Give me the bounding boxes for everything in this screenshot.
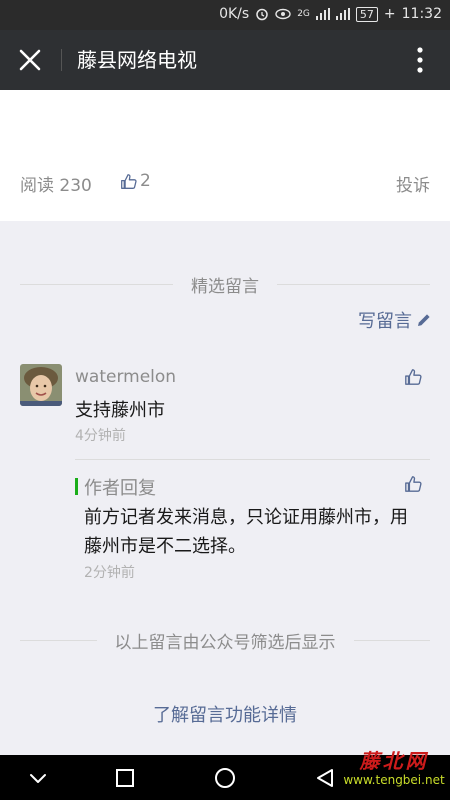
comment-nickname: watermelon <box>75 367 177 387</box>
report-link[interactable]: 投诉 <box>396 171 430 196</box>
pencil-icon <box>418 314 430 326</box>
author-reply-label: 作者回复 <box>84 478 156 499</box>
nav-back-icon[interactable] <box>313 766 337 790</box>
status-bar: 0K/s 2G 57 + 11:32 <box>0 0 450 30</box>
signal-icon <box>315 8 330 20</box>
comment-text: 支持藤州市 <box>75 400 165 421</box>
read-count: 阅读 230 <box>20 176 92 196</box>
app-bar: 藤县网络电视 <box>0 30 450 90</box>
clock: 11:32 <box>401 6 442 22</box>
reply-accent-bar <box>75 478 78 495</box>
article-like-button[interactable]: 2 <box>120 171 151 191</box>
divider-line <box>20 639 97 641</box>
page-title: 藤县网络电视 <box>77 48 197 72</box>
featured-comments-header: 精选留言 <box>20 271 430 297</box>
learn-more-link[interactable]: 了解留言功能详情 <box>0 701 450 727</box>
reply-divider <box>75 459 430 460</box>
article-like-count: 2 <box>140 171 151 191</box>
article-footer: 阅读 230 2 投诉 <box>0 90 450 221</box>
write-comment-label: 写留言 <box>358 311 412 332</box>
divider-line <box>353 639 430 641</box>
divider-line <box>277 283 430 285</box>
filter-note-text: 以上留言由公众号筛选后显示 <box>114 632 336 653</box>
thumbs-up-icon[interactable] <box>404 368 422 386</box>
more-vertical-icon[interactable] <box>414 45 426 75</box>
featured-comments-title: 精选留言 <box>191 276 259 297</box>
nav-recents-icon[interactable] <box>113 766 137 790</box>
thumbs-up-icon[interactable] <box>404 475 422 493</box>
site-watermark: 藤北网 www.tengbei.net <box>338 750 450 800</box>
network-speed: 0K/s <box>219 6 250 22</box>
author-reply-time: 2分钟前 <box>84 565 135 581</box>
appbar-divider <box>61 49 62 71</box>
thumbs-up-icon <box>121 173 137 189</box>
watermark-url: www.tengbei.net <box>343 773 445 787</box>
filter-note: 以上留言由公众号筛选后显示 <box>20 627 430 653</box>
watermark-name: 藤北网 <box>359 749 429 773</box>
charging-icon: + <box>383 6 396 22</box>
chevron-down-icon[interactable] <box>26 766 50 790</box>
signal-icon <box>335 8 350 20</box>
comment-time: 4分钟前 <box>75 428 126 444</box>
close-icon[interactable] <box>17 47 43 73</box>
divider-line <box>20 283 173 285</box>
author-reply-text: 前方记者发来消息，只论证用藤州市，用藤州市是不二选择。 <box>84 507 408 557</box>
network-type: 2G <box>297 9 310 19</box>
nav-home-icon[interactable] <box>213 766 237 790</box>
battery-level: 57 <box>355 6 378 22</box>
alarm-icon <box>256 8 268 21</box>
write-comment-button[interactable]: 写留言 <box>358 307 432 333</box>
eye-icon <box>275 8 291 20</box>
avatar[interactable] <box>20 364 62 406</box>
